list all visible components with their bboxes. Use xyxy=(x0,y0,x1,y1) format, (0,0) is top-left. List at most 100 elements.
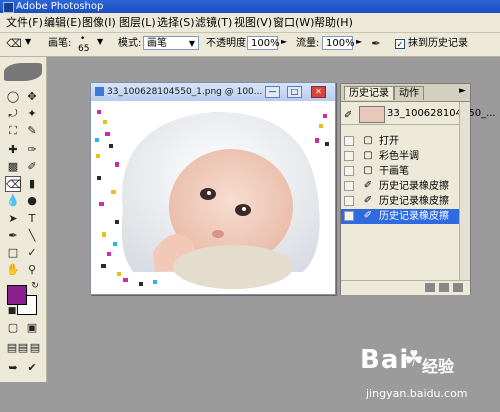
new-document-from-state-icon[interactable] xyxy=(425,283,435,292)
document-canvas[interactable] xyxy=(93,102,333,292)
maximize-button[interactable]: □ xyxy=(287,86,302,98)
brush-dropdown-icon[interactable]: ▼ xyxy=(97,37,103,46)
menu-help[interactable]: 帮助(H) xyxy=(314,16,353,29)
eraser-tool-icon[interactable]: ⌫ xyxy=(5,176,22,192)
history-item[interactable]: ✐ 历史记录橡皮擦 xyxy=(341,179,459,194)
menu-layer[interactable]: 图层(L) xyxy=(119,16,156,29)
menu-window[interactable]: 窗口(W) xyxy=(273,16,314,29)
history-eraser-icon: ✐ xyxy=(363,195,373,206)
history-brush-source-box[interactable] xyxy=(344,166,354,176)
filter-icon: ▢ xyxy=(363,165,373,176)
default-colors-icon[interactable]: ■ xyxy=(4,303,20,319)
flow-field[interactable]: 100% xyxy=(322,36,355,50)
history-item[interactable]: ✐ 历史记录橡皮擦 xyxy=(341,194,459,209)
filter-icon: ▢ xyxy=(363,150,373,161)
history-item-selected[interactable]: ✐ 历史记录橡皮擦 xyxy=(341,209,459,224)
snapshot-thumbnail xyxy=(359,106,385,123)
history-item-label: 历史记录橡皮擦 xyxy=(379,181,449,192)
erase-history-checkbox[interactable]: ✓ xyxy=(395,39,405,49)
opacity-slider-icon[interactable]: ► xyxy=(281,37,287,46)
menu-view[interactable]: 视图(V) xyxy=(234,16,272,29)
path-selection-tool-icon[interactable]: ➤ xyxy=(5,211,21,227)
airbrush-icon[interactable]: ✒ xyxy=(368,36,384,52)
history-item[interactable]: ▢ 打开 xyxy=(341,134,459,149)
history-brush-source-icon[interactable]: ✐ xyxy=(344,108,352,123)
slice-tool-icon[interactable]: ✎ xyxy=(24,123,40,139)
tab-history[interactable]: 历史记录 xyxy=(344,86,394,100)
history-item-label: 历史记录橡皮擦 xyxy=(379,211,449,222)
eyedropper-tool-icon[interactable]: ✓ xyxy=(24,245,40,261)
history-brush-source-box[interactable] xyxy=(344,181,354,191)
gradient-tool-icon[interactable]: ▮ xyxy=(24,176,40,192)
standard-mode-icon[interactable]: ▢ xyxy=(5,320,21,336)
history-item-label: 彩色半调 xyxy=(379,151,419,162)
full-screen-mode-icon[interactable]: ▤ xyxy=(27,340,43,356)
mode-label: 模式: xyxy=(118,38,142,49)
history-panel: 历史记录 动作 ► ✐ 33_100628104550_... ▢ 打开 ▢ 彩… xyxy=(340,83,496,295)
clone-stamp-tool-icon[interactable]: ▩ xyxy=(5,159,21,175)
healing-brush-tool-icon[interactable]: ✚ xyxy=(5,142,21,158)
brush-size[interactable]: 65 xyxy=(78,43,89,55)
document-icon xyxy=(95,87,104,96)
document-window: 33_100628104550_1.png @ 100... — □ ✕ xyxy=(90,82,336,295)
menu-image[interactable]: 图像(I) xyxy=(82,16,116,29)
menu-edit[interactable]: 编辑(E) xyxy=(44,16,82,29)
blur-tool-icon[interactable]: 💧 xyxy=(5,193,21,209)
opacity-label: 不透明度: xyxy=(206,38,250,49)
history-brush-source-box[interactable] xyxy=(344,136,354,146)
snapshot-label: 33_100628104550_... xyxy=(387,108,496,119)
minimize-button[interactable]: — xyxy=(265,86,280,98)
history-eraser-icon: ✐ xyxy=(363,210,373,221)
hand-tool-icon[interactable]: ✋ xyxy=(5,262,21,278)
line-tool-icon[interactable]: ╲ xyxy=(24,228,40,244)
dodge-tool-icon[interactable]: ● xyxy=(24,193,40,209)
marquee-tool-icon[interactable]: ◯ xyxy=(5,89,21,105)
close-button[interactable]: ✕ xyxy=(311,86,326,98)
snapshot-row[interactable]: ✐ 33_100628104550_... xyxy=(341,104,496,125)
menu-file[interactable]: 文件(F) xyxy=(6,16,43,29)
pen-tool-icon[interactable]: ✒ xyxy=(5,228,21,244)
delete-state-icon[interactable] xyxy=(453,283,463,292)
type-tool-icon[interactable]: T xyxy=(24,211,40,227)
foreground-color-swatch[interactable] xyxy=(7,285,27,305)
preset-dropdown-icon[interactable]: ▼ xyxy=(25,37,31,46)
document-title-bar[interactable]: 33_100628104550_1.png @ 100... — □ ✕ xyxy=(91,83,335,101)
swap-colors-icon[interactable]: ↻ xyxy=(27,278,43,294)
brush-tool-icon[interactable]: ✑ xyxy=(24,142,40,158)
jump-to-imageready-icon[interactable]: ➥ xyxy=(5,360,21,376)
history-item[interactable]: ▢ 彩色半调 xyxy=(341,149,459,164)
history-scrollbar[interactable] xyxy=(459,102,470,280)
opacity-field[interactable]: 100% xyxy=(247,36,280,50)
history-eraser-icon: ✐ xyxy=(363,180,373,191)
toolbox: ◯ ✥ ⤾ ✦ ⛶ ✎ ✚ ✑ ▩ ✐ ⌫ ▮ 💧 ● ➤ T ✒ ╲ □ ✓ … xyxy=(0,57,47,382)
mode-select[interactable]: 画笔 ▼ xyxy=(143,36,199,50)
menu-filter[interactable]: 滤镜(T) xyxy=(195,16,232,29)
watermark-sub: 经验 xyxy=(422,357,455,376)
notes-tool-icon[interactable]: □ xyxy=(5,245,21,261)
quick-mask-mode-icon[interactable]: ▣ xyxy=(24,320,40,336)
history-brush-source-box[interactable] xyxy=(344,196,354,206)
history-brush-source-box[interactable] xyxy=(344,151,354,161)
history-brush-tool-icon[interactable]: ✐ xyxy=(24,159,40,175)
panel-menu-icon[interactable]: ► xyxy=(459,86,466,96)
new-snapshot-icon[interactable] xyxy=(439,283,449,292)
eraser-preset-icon[interactable]: ⌫ xyxy=(6,36,22,52)
history-item[interactable]: ▢ 干画笔 xyxy=(341,164,459,179)
crop-tool-icon[interactable]: ⛶ xyxy=(5,123,21,139)
menu-select[interactable]: 选择(S) xyxy=(157,16,195,29)
flow-label: 流量: xyxy=(296,38,320,49)
history-brush-source-box[interactable] xyxy=(344,211,354,221)
flow-slider-icon[interactable]: ► xyxy=(356,37,362,46)
tab-actions[interactable]: 动作 xyxy=(394,86,424,100)
opacity-value: 100% xyxy=(251,38,280,49)
baidu-watermark: Bai ☘ 经验 jingyan.baidu.com xyxy=(352,345,500,412)
brush-label: 画笔: xyxy=(48,38,72,49)
move-tool-icon[interactable]: ✥ xyxy=(24,89,40,105)
lasso-tool-icon[interactable]: ⤾ xyxy=(5,106,21,122)
flow-value: 100% xyxy=(326,38,355,49)
imageready-icon[interactable]: ✔ xyxy=(24,360,40,376)
zoom-tool-icon[interactable]: ⚲ xyxy=(24,262,40,278)
feather-logo xyxy=(4,63,42,81)
magic-wand-tool-icon[interactable]: ✦ xyxy=(24,106,40,122)
erase-history-label: 抹到历史记录 xyxy=(408,38,468,49)
